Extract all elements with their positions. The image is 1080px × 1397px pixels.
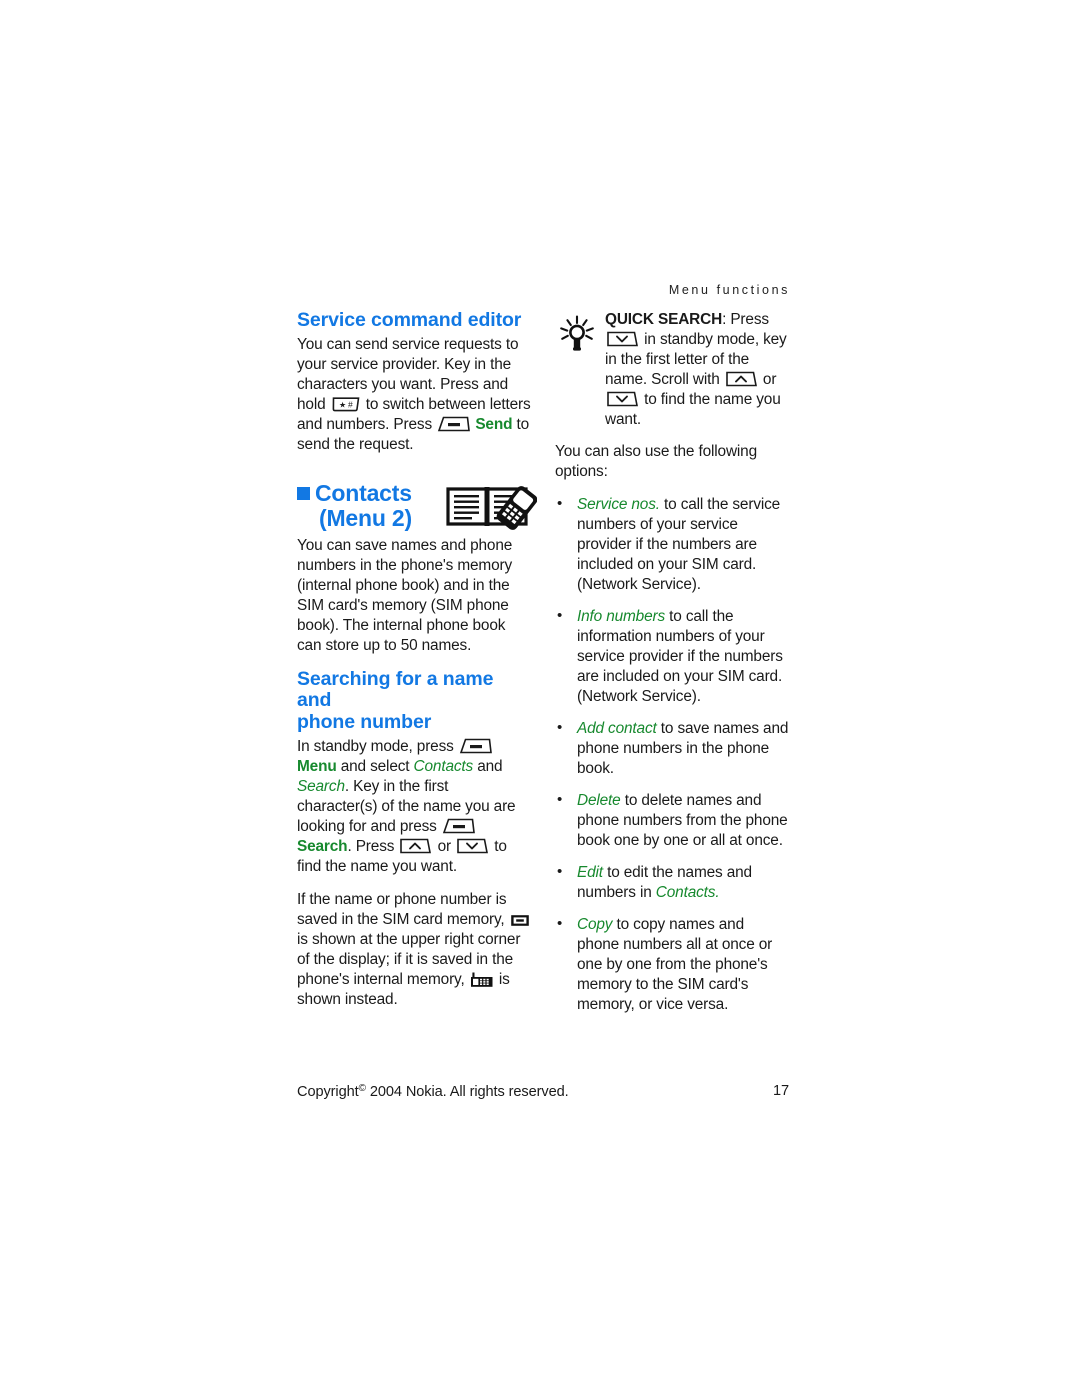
left-column: Service command editor You can send serv… xyxy=(297,309,538,1027)
text-run: If the name or phone number is saved in … xyxy=(297,891,507,929)
tip-text: QUICK SEARCH: Press in standby mode, key… xyxy=(605,310,789,430)
heading-searching-for-a-name: Searching for a name and phone number xyxy=(297,667,531,734)
contacts-book-phone-icon xyxy=(445,481,538,531)
paragraph-memory-indicator: If the name or phone number is saved in … xyxy=(297,890,531,1010)
softkey-icon xyxy=(442,817,475,835)
heading-contacts-line1: Contacts xyxy=(315,479,412,506)
scroll-up-key-icon xyxy=(399,837,432,855)
option-term-period: . xyxy=(715,884,720,902)
svg-text:★: ★ xyxy=(339,400,346,409)
text-run: or xyxy=(437,838,452,856)
menu-item-contacts: Contacts xyxy=(413,758,474,776)
phone-internal-memory-icon xyxy=(470,972,494,988)
contacts-chapter-header: Contacts (Menu 2) xyxy=(297,479,538,532)
text-run: and select xyxy=(340,758,410,776)
option-term: Service nos. xyxy=(577,496,660,514)
page-footer: Copyright© 2004 Nokia. All rights reserv… xyxy=(297,1083,789,1100)
softkey-label-search: Search xyxy=(297,838,348,856)
copyright-notice: Copyright© 2004 Nokia. All rights reserv… xyxy=(297,1083,569,1100)
softkey-label-send: Send xyxy=(475,415,513,433)
page-number: 17 xyxy=(772,1083,789,1099)
option-term: Edit xyxy=(577,864,603,882)
list-item: Service nos. to call the service numbers… xyxy=(555,494,789,595)
sim-card-memory-icon xyxy=(510,913,530,928)
paragraph-contacts-intro: You can save names and phone numbers in … xyxy=(297,536,513,654)
paragraph-searching-steps: In standby mode, press Menu and select C… xyxy=(297,737,531,877)
text-run: In standby mode, press xyxy=(297,738,454,756)
scroll-up-key-icon xyxy=(725,370,758,388)
paragraph-options-intro: You can also use the following options: xyxy=(555,443,757,481)
option-term: Info numbers xyxy=(577,608,666,626)
list-item: Add contact to save names and phone numb… xyxy=(555,718,789,779)
document-page: Menu functions Service command editor Yo… xyxy=(0,0,1080,1397)
tip-label: QUICK SEARCH xyxy=(605,311,723,328)
heading-searching-line2: phone number xyxy=(297,711,432,734)
softkey-icon xyxy=(437,415,471,433)
list-item: Copy to copy names and phone numbers all… xyxy=(555,914,789,1015)
text-run: 2004 Nokia. All rights reserved. xyxy=(369,1084,569,1100)
option-term: Add contact xyxy=(577,720,657,738)
softkey-label-menu: Menu xyxy=(297,758,337,776)
scroll-down-key-icon xyxy=(606,330,639,348)
options-list: Service nos. to call the service numbers… xyxy=(555,494,789,1015)
light-bulb-icon xyxy=(557,314,597,354)
scroll-down-key-icon xyxy=(456,837,489,855)
paragraph-service-command-editor: You can send service requests to your se… xyxy=(297,335,531,455)
option-term: Delete xyxy=(577,792,621,810)
text-run: and xyxy=(477,758,503,776)
heading-searching-line1: Searching for a name and xyxy=(297,667,494,712)
heading-service-command-editor: Service command editor xyxy=(297,309,522,331)
text-run: . Press xyxy=(347,838,395,856)
tip-quick-search: QUICK SEARCH: Press in standby mode, key… xyxy=(555,310,789,430)
right-column: QUICK SEARCH: Press in standby mode, key… xyxy=(555,310,789,1027)
list-item: Edit to edit the names and numbers in Co… xyxy=(555,862,789,903)
svg-text:#: # xyxy=(348,399,353,409)
menu-item-search: Search xyxy=(297,778,345,796)
text-run: Copyright xyxy=(297,1084,359,1100)
option-term-secondary: Contacts xyxy=(655,884,716,902)
scroll-down-key-icon xyxy=(606,390,639,408)
list-item: Delete to delete names and phone numbers… xyxy=(555,790,789,851)
star-hash-key-icon: ★ # xyxy=(331,396,361,413)
list-item: Info numbers to call the information num… xyxy=(555,606,789,707)
two-column-body: Service command editor You can send serv… xyxy=(297,309,789,1027)
text-run: or xyxy=(762,371,777,389)
copyright-symbol: © xyxy=(358,1083,366,1094)
softkey-icon xyxy=(459,737,492,755)
running-header: Menu functions xyxy=(668,283,790,297)
option-term: Copy xyxy=(577,916,613,934)
text-run: : Press xyxy=(722,311,769,328)
square-bullet-icon xyxy=(297,486,310,500)
